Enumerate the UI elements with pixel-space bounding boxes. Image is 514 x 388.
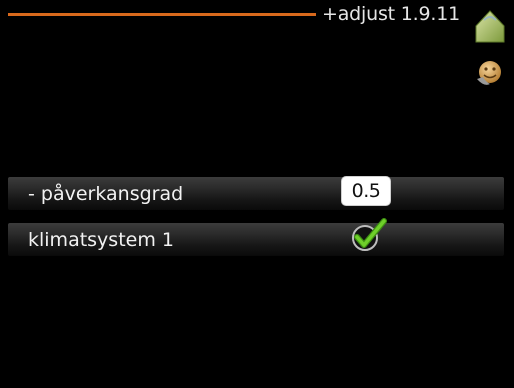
- header-accent-line: [8, 13, 316, 16]
- setting-label: - påverkansgrad: [28, 183, 184, 205]
- setting-row-klimatsystem-1[interactable]: klimatsystem 1: [8, 218, 504, 256]
- house-icon: [475, 10, 505, 43]
- menu-title: +adjust 1.9.11: [322, 3, 460, 25]
- checkbox-checked-icon[interactable]: [348, 217, 388, 253]
- setting-row-paverkansgrad[interactable]: - påverkansgrad 0.5: [8, 176, 504, 210]
- setting-label: klimatsystem 1: [28, 229, 174, 251]
- smiley-icon: [477, 61, 501, 85]
- value-field[interactable]: 0.5: [341, 176, 391, 206]
